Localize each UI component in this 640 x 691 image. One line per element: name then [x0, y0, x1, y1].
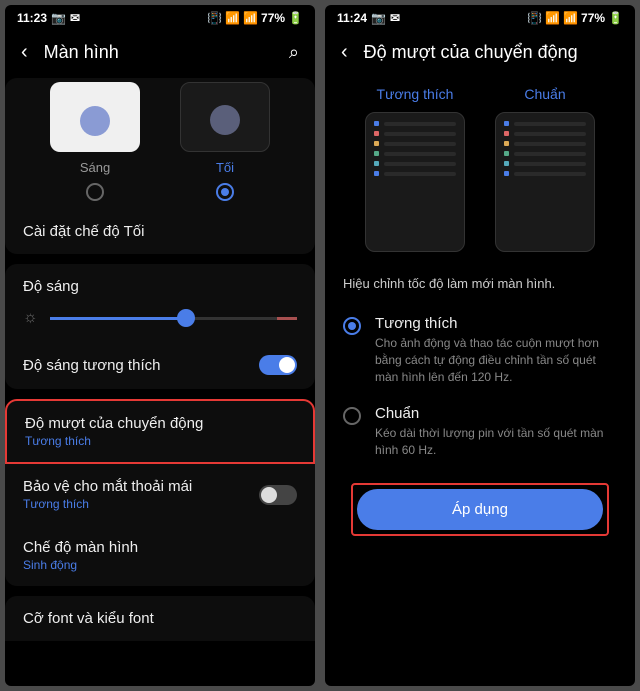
- theme-dark-label: Tối: [216, 160, 234, 175]
- eye-comfort-sub: Tương thích: [23, 497, 259, 511]
- font-label: Cỡ font và kiểu font: [23, 610, 154, 627]
- vibrate-icon: 📳: [527, 11, 542, 25]
- comparison-standard-preview: [495, 112, 595, 252]
- page-title: Màn hình: [44, 42, 273, 63]
- comparison-adaptive-label: Tương thích: [377, 86, 454, 102]
- signal-icon: 📶: [243, 11, 258, 25]
- comparison-standard: Chuẩn: [495, 86, 595, 252]
- eye-comfort-title: Bảo vệ cho mắt thoải mái: [23, 478, 259, 495]
- status-time: 11:24: [337, 11, 367, 25]
- signal-icon: 📶: [563, 11, 578, 25]
- vibrate-icon: 📳: [207, 11, 222, 25]
- theme-dark-option[interactable]: Tối: [180, 82, 270, 201]
- eye-comfort-toggle[interactable]: [259, 485, 297, 505]
- sun-icon: ☼: [23, 309, 38, 327]
- theme-dark-preview: [180, 82, 270, 152]
- motion-smoothness-title: Độ mượt của chuyển động: [25, 415, 295, 432]
- wifi-icon: 📶: [545, 11, 560, 25]
- back-icon[interactable]: ‹: [21, 41, 28, 64]
- adaptive-brightness-item[interactable]: Độ sáng tương thích: [5, 341, 315, 389]
- theme-light-option[interactable]: Sáng: [50, 82, 140, 201]
- comparison-row: Tương thích Chuẩn: [325, 78, 635, 268]
- motion-smoothness-item[interactable]: Độ mượt của chuyển động Tương thích: [5, 399, 315, 464]
- theme-selector: Sáng Tối: [5, 78, 315, 209]
- battery-text: 77%: [261, 11, 285, 25]
- battery-text: 77%: [581, 11, 605, 25]
- wifi-icon: 📶: [225, 11, 240, 25]
- theme-light-radio[interactable]: [86, 183, 104, 201]
- search-icon[interactable]: ⌕: [289, 42, 299, 63]
- screen-mode-sub: Sinh động: [23, 558, 297, 572]
- brightness-label: Độ sáng: [23, 278, 297, 295]
- adaptive-brightness-toggle[interactable]: [259, 355, 297, 375]
- theme-dark-radio[interactable]: [216, 183, 234, 201]
- option-standard-desc: Kéo dài thời lượng pin với tần số quét m…: [375, 425, 617, 459]
- phone-right: 11:24 📷 ✉ 📳 📶 📶 77% 🔋 ‹ Độ mượt của chuy…: [325, 5, 635, 686]
- eye-comfort-item[interactable]: Bảo vệ cho mắt thoải mái Tương thích: [5, 464, 315, 525]
- comparison-adaptive-preview: [365, 112, 465, 252]
- screen-mode-title: Chế độ màn hình: [23, 539, 297, 556]
- option-standard-radio[interactable]: [343, 407, 361, 425]
- option-adaptive-desc: Cho ảnh động và thao tác cuộn mượt hơn b…: [375, 335, 617, 385]
- mail-icon: ✉: [390, 11, 400, 25]
- header: ‹ Độ mượt của chuyển động: [325, 31, 635, 78]
- apply-highlight: Áp dụng: [351, 483, 609, 536]
- option-standard[interactable]: Chuẩn Kéo dài thời lượng pin với tần số …: [325, 395, 635, 469]
- dark-mode-settings-label: Cài đặt chế độ Tối: [23, 223, 144, 240]
- page-title: Độ mượt của chuyển động: [364, 42, 619, 63]
- comparison-adaptive: Tương thích: [365, 86, 465, 252]
- battery-icon: 🔋: [288, 11, 303, 25]
- description-text: Hiệu chỉnh tốc độ làm mới màn hình.: [325, 268, 635, 305]
- phone-left: 11:23 📷 ✉ 📳 📶 📶 77% 🔋 ‹ Màn hình ⌕ Sáng …: [5, 5, 315, 686]
- option-adaptive-title: Tương thích: [375, 315, 617, 332]
- motion-smoothness-sub: Tương thích: [25, 434, 295, 448]
- status-bar: 11:23 📷 ✉ 📳 📶 📶 77% 🔋: [5, 5, 315, 31]
- status-bar: 11:24 📷 ✉ 📳 📶 📶 77% 🔋: [325, 5, 635, 31]
- adaptive-brightness-label: Độ sáng tương thích: [23, 357, 160, 374]
- option-standard-title: Chuẩn: [375, 405, 617, 422]
- mail-icon: ✉: [70, 11, 80, 25]
- camera-icon: 📷: [371, 11, 386, 25]
- comparison-standard-label: Chuẩn: [524, 86, 565, 102]
- apply-button[interactable]: Áp dụng: [357, 489, 603, 530]
- brightness-slider[interactable]: [50, 317, 297, 320]
- brightness-section: Độ sáng ☼: [5, 264, 315, 341]
- camera-icon: 📷: [51, 11, 66, 25]
- back-icon[interactable]: ‹: [341, 41, 348, 64]
- theme-light-preview: [50, 82, 140, 152]
- font-item[interactable]: Cỡ font và kiểu font: [5, 596, 315, 641]
- status-time: 11:23: [17, 11, 47, 25]
- header: ‹ Màn hình ⌕: [5, 31, 315, 78]
- option-adaptive-radio[interactable]: [343, 317, 361, 335]
- theme-light-label: Sáng: [80, 160, 110, 175]
- dark-mode-settings-item[interactable]: Cài đặt chế độ Tối: [5, 209, 315, 254]
- battery-icon: 🔋: [608, 11, 623, 25]
- screen-mode-item[interactable]: Chế độ màn hình Sinh động: [5, 525, 315, 586]
- option-adaptive[interactable]: Tương thích Cho ảnh động và thao tác cuộ…: [325, 305, 635, 395]
